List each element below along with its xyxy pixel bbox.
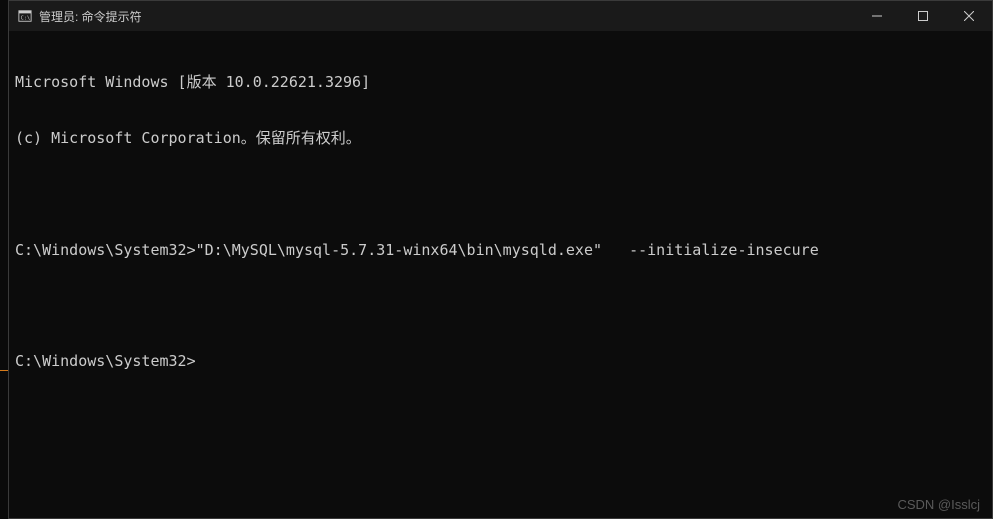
maximize-icon (918, 11, 928, 21)
svg-text:C:\: C:\ (21, 16, 30, 22)
maximize-button[interactable] (900, 1, 946, 31)
close-icon (964, 11, 974, 21)
terminal-output[interactable]: Microsoft Windows [版本 10.0.22621.3296] (… (9, 31, 992, 518)
close-button[interactable] (946, 1, 992, 31)
left-edge-decoration (0, 370, 8, 400)
terminal-line: Microsoft Windows [版本 10.0.22621.3296] (15, 73, 986, 92)
minimize-icon (872, 11, 882, 21)
terminal-line: C:\Windows\System32>"D:\MySQL\mysql-5.7.… (15, 241, 986, 260)
terminal-line (15, 185, 986, 203)
cmd-icon: C:\ (17, 8, 33, 24)
terminal-prompt: C:\Windows\System32> (15, 352, 986, 371)
window-controls (854, 1, 992, 31)
window-title: 管理员: 命令提示符 (39, 8, 854, 25)
terminal-window: C:\ 管理员: 命令提示符 Microsoft (8, 0, 993, 519)
terminal-line (15, 297, 986, 315)
terminal-line: (c) Microsoft Corporation。保留所有权利。 (15, 129, 986, 148)
minimize-button[interactable] (854, 1, 900, 31)
titlebar[interactable]: C:\ 管理员: 命令提示符 (9, 1, 992, 31)
watermark: CSDN @Isslcj (897, 497, 980, 512)
